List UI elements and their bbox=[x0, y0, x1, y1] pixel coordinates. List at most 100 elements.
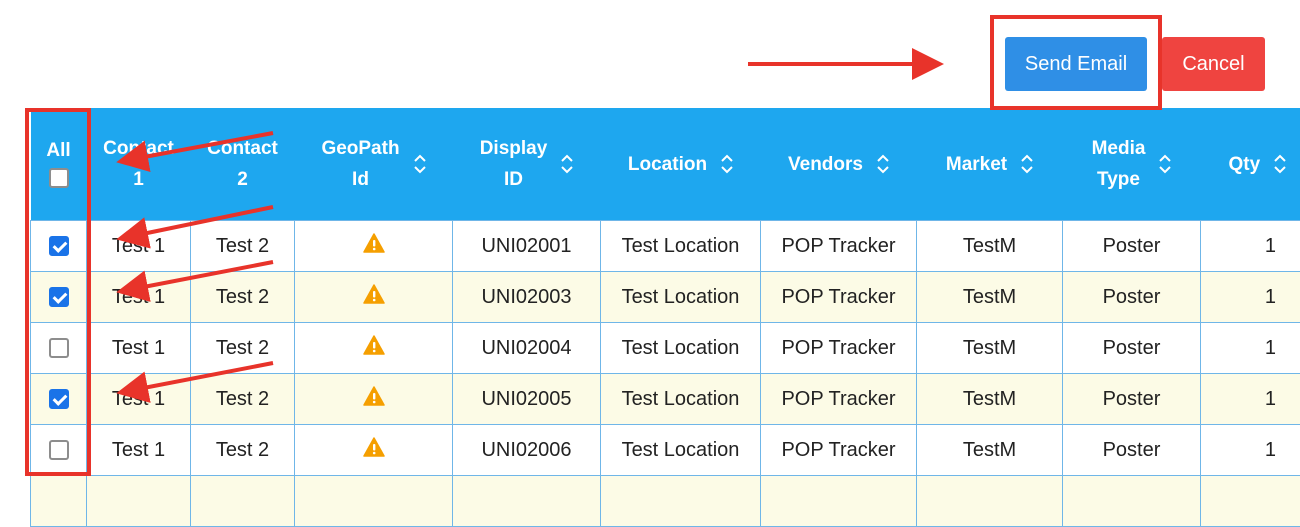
column-header-media-type[interactable]: Media Type bbox=[1063, 108, 1201, 221]
warning-icon bbox=[363, 437, 385, 463]
media-type-cell: Poster bbox=[1063, 272, 1201, 323]
geopath-cell bbox=[295, 221, 453, 272]
column-header-location[interactable]: Location bbox=[601, 108, 761, 221]
sort-icon[interactable] bbox=[1274, 153, 1286, 175]
market-cell: TestM bbox=[917, 272, 1063, 323]
table-row: Test 1Test 2 UNI02006Test LocationPOP Tra… bbox=[31, 425, 1300, 476]
row-select-cell bbox=[31, 323, 87, 374]
column-header-market[interactable]: Market bbox=[917, 108, 1063, 221]
row-checkbox[interactable] bbox=[49, 389, 69, 409]
display-header-line2: ID bbox=[480, 164, 548, 195]
column-header-contact2[interactable]: Contact 2 bbox=[191, 108, 295, 221]
send-email-button[interactable]: Send Email bbox=[1005, 37, 1147, 91]
contact2-header-line2: 2 bbox=[191, 164, 295, 195]
partial-cell bbox=[31, 476, 87, 527]
geopath-header-line1: GeoPath bbox=[321, 133, 399, 164]
table-row: Test 1Test 2 UNI02003Test LocationPOP Tra… bbox=[31, 272, 1300, 323]
partial-cell bbox=[453, 476, 601, 527]
sort-icon[interactable] bbox=[1159, 153, 1171, 175]
market-cell: TestM bbox=[917, 323, 1063, 374]
display-id-cell: UNI02003 bbox=[453, 272, 601, 323]
row-checkbox[interactable] bbox=[49, 287, 69, 307]
vendor-cell: POP Tracker bbox=[761, 221, 917, 272]
contact1-header-line1: Contact bbox=[87, 133, 191, 164]
vendor-cell: POP Tracker bbox=[761, 323, 917, 374]
geopath-cell bbox=[295, 272, 453, 323]
sort-icon[interactable] bbox=[561, 153, 573, 175]
sort-icon[interactable] bbox=[877, 153, 889, 175]
table-row: Test 1Test 2UNI02004Test LocationPOP Tra… bbox=[31, 323, 1300, 374]
row-select-cell bbox=[31, 374, 87, 425]
vendor-cell: POP Tracker bbox=[761, 374, 917, 425]
vendors-header-label: Vendors bbox=[788, 149, 863, 180]
contact2-header-line1: Contact bbox=[191, 133, 295, 164]
column-header-contact1[interactable]: Contact 1 bbox=[87, 108, 191, 221]
column-header-display-id[interactable]: Display ID bbox=[453, 108, 601, 221]
contact2-link[interactable]: Test 2 bbox=[191, 374, 295, 425]
contact2-link[interactable]: Test 2 bbox=[191, 425, 295, 476]
row-select-cell bbox=[31, 425, 87, 476]
qty-cell: 1 bbox=[1201, 323, 1300, 374]
contact2-link[interactable]: Test 2 bbox=[191, 323, 295, 374]
contact1-link[interactable]: Test 1 bbox=[87, 323, 191, 374]
partial-cell bbox=[1063, 476, 1201, 527]
geopath-header-line2: Id bbox=[321, 164, 399, 195]
display-id-cell: UNI02001 bbox=[453, 221, 601, 272]
column-header-vendors[interactable]: Vendors bbox=[761, 108, 917, 221]
partial-cell bbox=[1201, 476, 1300, 527]
market-cell: TestM bbox=[917, 221, 1063, 272]
contact2-link[interactable]: Test 2 bbox=[191, 221, 295, 272]
display-id-cell: UNI02006 bbox=[453, 425, 601, 476]
media-type-cell: Poster bbox=[1063, 323, 1201, 374]
row-checkbox[interactable] bbox=[49, 236, 69, 256]
contact1-link[interactable]: Test 1 bbox=[87, 374, 191, 425]
display-header-line1: Display bbox=[480, 133, 548, 164]
qty-cell: 1 bbox=[1201, 374, 1300, 425]
media-type-cell: Poster bbox=[1063, 221, 1201, 272]
column-header-qty[interactable]: Qty bbox=[1201, 108, 1300, 221]
data-table: All Contact 1 Contact 2 GeoPath Id bbox=[30, 108, 1300, 527]
row-select-cell bbox=[31, 221, 87, 272]
warning-icon bbox=[363, 233, 385, 259]
row-checkbox[interactable] bbox=[49, 440, 69, 460]
qty-header-label: Qty bbox=[1229, 149, 1261, 180]
geopath-cell bbox=[295, 323, 453, 374]
partial-cell bbox=[917, 476, 1063, 527]
select-all-checkbox[interactable] bbox=[49, 168, 69, 188]
contact1-link[interactable]: Test 1 bbox=[87, 425, 191, 476]
contact1-link[interactable]: Test 1 bbox=[87, 272, 191, 323]
vendor-cell: POP Tracker bbox=[761, 272, 917, 323]
warning-icon bbox=[363, 386, 385, 412]
partial-cell bbox=[191, 476, 295, 527]
location-cell: Test Location bbox=[601, 323, 761, 374]
cancel-button[interactable]: Cancel bbox=[1162, 37, 1265, 91]
partial-cell bbox=[87, 476, 191, 527]
sort-icon[interactable] bbox=[721, 153, 733, 175]
contact2-link[interactable]: Test 2 bbox=[191, 272, 295, 323]
row-checkbox[interactable] bbox=[49, 338, 69, 358]
media-type-cell: Poster bbox=[1063, 374, 1201, 425]
column-header-geopath[interactable]: GeoPath Id bbox=[295, 108, 453, 221]
qty-cell: 1 bbox=[1201, 221, 1300, 272]
location-cell: Test Location bbox=[601, 425, 761, 476]
media-type-cell: Poster bbox=[1063, 425, 1201, 476]
warning-icon bbox=[363, 335, 385, 361]
display-id-cell: UNI02005 bbox=[453, 374, 601, 425]
qty-cell: 1 bbox=[1201, 425, 1300, 476]
location-cell: Test Location bbox=[601, 272, 761, 323]
sort-icon[interactable] bbox=[414, 153, 426, 175]
select-all-label: All bbox=[31, 140, 87, 162]
vendor-cell: POP Tracker bbox=[761, 425, 917, 476]
market-cell: TestM bbox=[917, 425, 1063, 476]
qty-cell: 1 bbox=[1201, 272, 1300, 323]
location-header-label: Location bbox=[628, 149, 707, 180]
location-cell: Test Location bbox=[601, 374, 761, 425]
select-all-header: All bbox=[31, 108, 87, 221]
media-header-line1: Media bbox=[1092, 133, 1146, 164]
table-row: Test 1Test 2UNI02001Test LocationPOP Tra… bbox=[31, 221, 1300, 272]
market-header-label: Market bbox=[946, 149, 1007, 180]
partial-cell bbox=[601, 476, 761, 527]
sort-icon[interactable] bbox=[1021, 153, 1033, 175]
contact1-link[interactable]: Test 1 bbox=[87, 221, 191, 272]
media-header-line2: Type bbox=[1092, 164, 1146, 195]
